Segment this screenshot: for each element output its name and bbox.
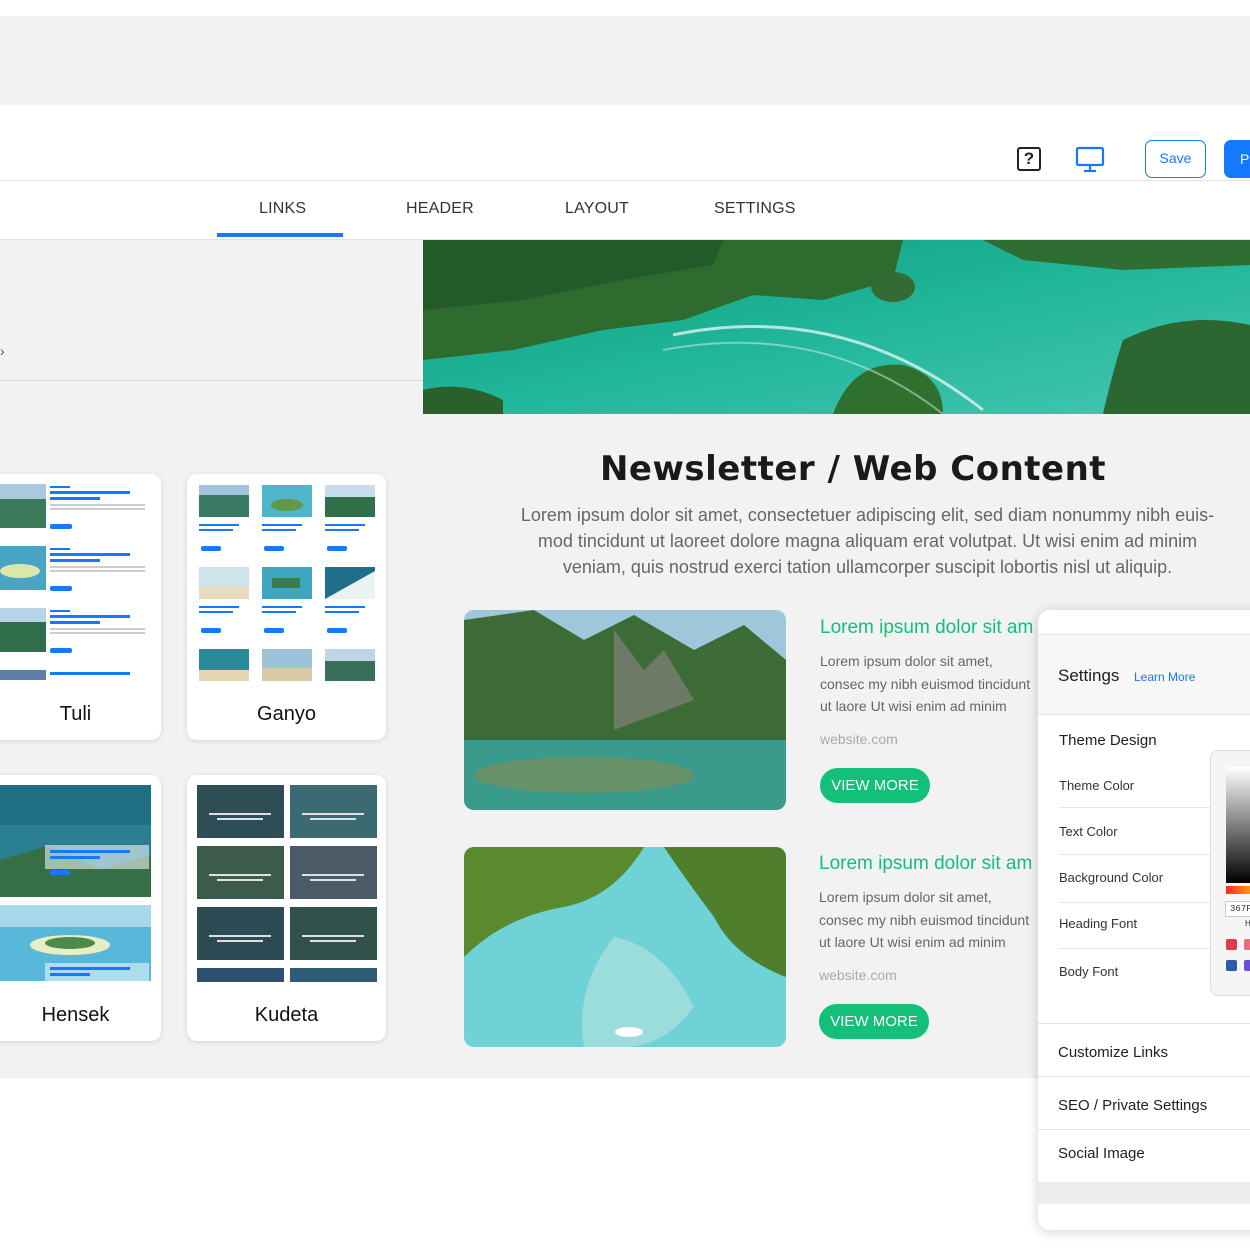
background-color-item[interactable]: Background Color (1059, 870, 1163, 885)
active-tab-indicator (217, 233, 343, 237)
article-image (464, 847, 786, 1047)
color-gradient-swatch[interactable] (1226, 767, 1250, 883)
template-label: Hensek (41, 1004, 110, 1026)
body-font-item[interactable]: Body Font (1059, 964, 1118, 979)
template-label: Tuli (59, 703, 92, 725)
divider (1038, 1023, 1250, 1024)
tab-settings[interactable]: SETTINGS (714, 200, 796, 218)
desktop-preview-icon[interactable] (1075, 146, 1105, 179)
settings-title: Settings (1058, 666, 1120, 685)
template-card-kudeta[interactable]: Kudeta (187, 775, 386, 1041)
ganyo-thumbnail (187, 474, 386, 689)
article-body: Lorem ipsum dolor sit amet, consec my ni… (820, 653, 1031, 714)
article-heading: Lorem ipsum dolor sit am (819, 853, 1033, 874)
color-swatch-red[interactable] (1226, 939, 1237, 950)
newsletter-title: Newsletter / Web Content (599, 449, 1107, 489)
save-button[interactable]: Save (1145, 140, 1206, 178)
color-swatch-purple[interactable] (1244, 960, 1250, 971)
hue-slider[interactable] (1226, 886, 1250, 894)
color-picker[interactable]: 367F H (1210, 750, 1250, 996)
hensek-thumbnail (0, 775, 161, 985)
view-more-button[interactable]: VIEW MORE (820, 768, 930, 803)
editor-toolbar (0, 105, 1250, 181)
learn-more-link[interactable]: Learn More (1134, 670, 1195, 684)
hero-image (423, 240, 1250, 414)
template-card-tuli[interactable]: Tuli (0, 474, 161, 740)
help-icon[interactable]: ? (1017, 147, 1041, 171)
article-heading: Lorem ipsum dolor sit am (820, 617, 1034, 638)
divider (1038, 1076, 1250, 1077)
color-swatch-blue[interactable] (1226, 960, 1237, 971)
template-card-ganyo[interactable]: Ganyo (187, 474, 386, 740)
article-website[interactable]: website.com (820, 731, 898, 747)
tab-links[interactable]: LINKS (259, 200, 306, 218)
hex-label: H (1245, 919, 1250, 928)
template-label: Kudeta (254, 1004, 319, 1026)
settings-header: Settings Learn More (1038, 635, 1250, 715)
panel-divider (0, 380, 423, 381)
template-label: Ganyo (257, 703, 316, 725)
kudeta-thumbnail (187, 775, 386, 990)
customize-links-item[interactable]: Customize Links (1058, 1044, 1168, 1061)
tab-header[interactable]: HEADER (406, 200, 474, 218)
divider (1038, 1129, 1250, 1130)
article-website[interactable]: website.com (819, 967, 897, 983)
article-body: Lorem ipsum dolor sit amet, consec my ni… (819, 889, 1030, 950)
seo-settings-item[interactable]: SEO / Private Settings (1058, 1097, 1207, 1114)
template-card-hensek[interactable]: Hensek (0, 775, 161, 1041)
theme-color-item[interactable]: Theme Color (1059, 778, 1134, 793)
heading-font-item[interactable]: Heading Font (1059, 916, 1137, 931)
tuli-thumbnail (0, 474, 161, 684)
view-more-button[interactable]: VIEW MORE (819, 1004, 929, 1039)
article-image (464, 610, 786, 810)
text-color-item[interactable]: Text Color (1059, 824, 1118, 839)
top-gray-band (0, 16, 1250, 105)
chevron-right-icon[interactable]: › (0, 343, 5, 359)
color-swatch-pink[interactable] (1244, 939, 1250, 950)
settings-top-strip (1038, 610, 1250, 635)
newsletter-intro: Lorem ipsum dolor sit amet, consectetuer… (520, 505, 1215, 577)
publish-button[interactable]: P (1224, 140, 1250, 178)
hex-input[interactable]: 367F (1225, 901, 1250, 917)
settings-footer-strip (1038, 1182, 1250, 1204)
tab-layout[interactable]: LAYOUT (565, 200, 629, 218)
theme-design-label: Theme Design (1059, 732, 1157, 749)
social-image-item[interactable]: Social Image (1058, 1145, 1145, 1162)
